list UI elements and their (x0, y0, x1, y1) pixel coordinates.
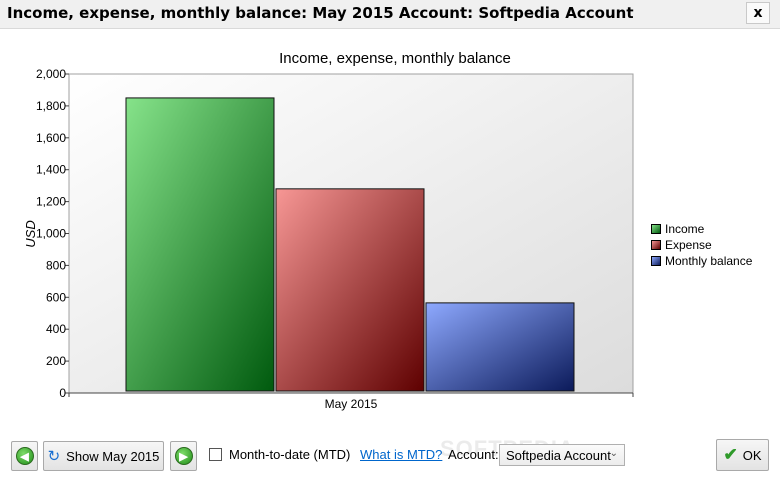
checkmark-icon: ✔ (723, 445, 738, 464)
legend-swatch (651, 240, 661, 250)
legend-swatch (651, 224, 661, 234)
chart: Income, expense, monthly balance 0 200 400… (0, 40, 780, 420)
show-month-button[interactable]: ↻ Show May 2015 (43, 441, 164, 471)
y-tick-label: 800 (46, 258, 66, 272)
bar-monthly-balance (425, 302, 575, 392)
bar-income (125, 97, 275, 392)
show-month-label: Show May 2015 (66, 448, 160, 464)
account-label: Account: (448, 447, 499, 462)
title-bar: Income, expense, monthly balance: May 20… (0, 0, 780, 29)
y-tick-label: 1,200 (36, 195, 66, 209)
chevron-down-icon: ⌄ (609, 448, 618, 459)
bar-expense (275, 188, 425, 392)
y-tick-label: 600 (46, 290, 66, 304)
y-tick-label: 400 (46, 322, 66, 336)
account-select[interactable]: Softpedia Account ⌄ (499, 444, 625, 466)
legend-label: Income (665, 222, 705, 236)
account-select-value: Softpedia Account (506, 447, 611, 463)
close-button[interactable]: x (746, 2, 770, 24)
previous-month-button[interactable]: ◀ (11, 441, 38, 471)
y-axis-label: USD (23, 220, 38, 247)
refresh-icon: ↻ (47, 448, 61, 465)
legend-swatch (651, 256, 661, 266)
x-tick-label: May 2015 (325, 397, 378, 411)
legend: Income Expense Monthly balance (651, 221, 752, 269)
y-tick-label: 1,600 (36, 131, 66, 145)
legend-label: Monthly balance (665, 254, 753, 268)
what-is-mtd-link[interactable]: What is MTD? (360, 447, 442, 462)
y-tick-label: 1,000 (36, 227, 66, 241)
y-tick-label: 200 (46, 354, 66, 368)
bottom-toolbar: ◀ ↻ Show May 2015 ▶ Month-to-date (MTD) … (0, 436, 780, 480)
legend-item: Expense (651, 237, 752, 253)
legend-label: Expense (665, 238, 712, 252)
window-title: Income, expense, monthly balance: May 20… (7, 4, 634, 22)
y-tick-label: 1,800 (36, 99, 66, 113)
next-month-button[interactable]: ▶ (170, 441, 197, 471)
ok-label: OK (742, 447, 762, 463)
y-tick-label: 2,000 (36, 67, 66, 81)
legend-item: Income (651, 221, 752, 237)
legend-item: Monthly balance (651, 253, 752, 269)
mtd-label: Month-to-date (MTD) (229, 447, 351, 462)
y-tick-label: 1,400 (36, 163, 66, 177)
y-tick-label: 0 (59, 386, 66, 400)
close-icon: x (753, 5, 763, 21)
mtd-checkbox[interactable] (209, 448, 222, 461)
arrow-left-icon: ◀ (15, 447, 34, 465)
ok-button[interactable]: ✔ OK (716, 439, 769, 471)
arrow-right-icon: ▶ (174, 447, 193, 465)
